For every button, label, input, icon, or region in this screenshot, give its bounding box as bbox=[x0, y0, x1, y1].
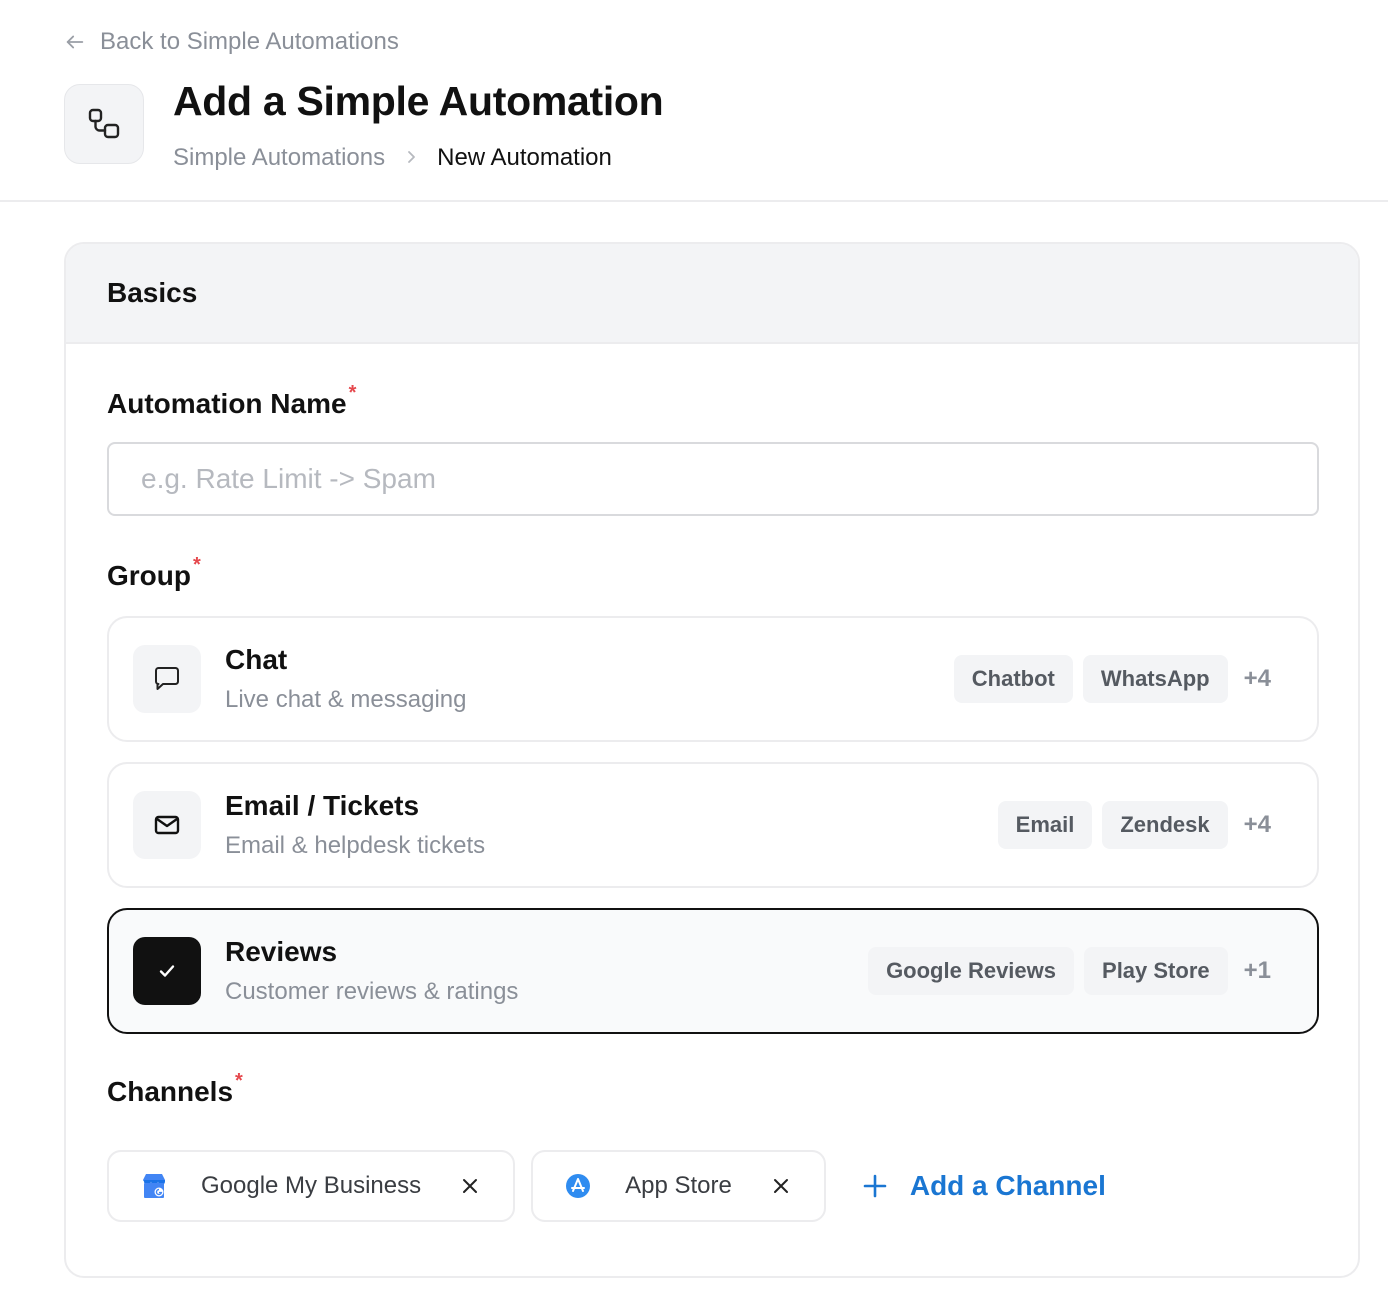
breadcrumb-item-simple-automations[interactable]: Simple Automations bbox=[173, 144, 385, 172]
required-mark: * bbox=[235, 1070, 243, 1092]
automation-name-input[interactable] bbox=[107, 442, 1319, 516]
channel-tag: Play Store bbox=[1084, 947, 1228, 995]
group-option-text: Reviews Customer reviews & ratings bbox=[225, 935, 868, 1007]
group-option-tags: Email Zendesk +4 bbox=[997, 801, 1271, 849]
channel-tag: Zendesk bbox=[1102, 801, 1228, 849]
channel-chip-google-my-business: Google My Business bbox=[107, 1150, 516, 1222]
basics-card-header: Basics bbox=[66, 244, 1358, 344]
group-option-description: Customer reviews & ratings bbox=[225, 978, 519, 1005]
channel-tag: Email bbox=[997, 801, 1093, 849]
group-option-icon bbox=[133, 645, 201, 713]
required-mark: * bbox=[193, 554, 201, 576]
close-icon[interactable] bbox=[770, 1175, 792, 1197]
channels-label-text: Channels bbox=[107, 1076, 234, 1107]
channel-chip-label: App Store bbox=[625, 1172, 732, 1199]
app-store-icon bbox=[563, 1171, 593, 1201]
group-option-title: Email / Tickets bbox=[225, 790, 420, 821]
group-option-title: Reviews bbox=[225, 936, 338, 967]
group-option-chat[interactable]: Chat Live chat & messaging Chatbot Whats… bbox=[107, 616, 1319, 742]
group-option-icon-selected bbox=[133, 937, 201, 1005]
channel-tag: Chatbot bbox=[953, 655, 1073, 703]
plus-icon bbox=[863, 1174, 887, 1198]
add-channel-label: Add a Channel bbox=[909, 1170, 1106, 1201]
workflow-icon bbox=[88, 108, 120, 139]
group-option-icon bbox=[133, 791, 201, 859]
google-my-business-icon bbox=[139, 1171, 169, 1201]
group-option-tags: Google Reviews Play Store +1 bbox=[868, 947, 1271, 995]
close-icon[interactable] bbox=[459, 1175, 481, 1197]
channels-row: Google My Business App Store Add a Chann… bbox=[107, 1150, 1106, 1222]
required-mark: * bbox=[348, 382, 357, 404]
chevron-right-icon bbox=[403, 144, 419, 172]
arrow-left-icon bbox=[66, 35, 84, 49]
automation-name-label-text: Automation Name bbox=[107, 388, 347, 419]
page-icon bbox=[64, 84, 144, 164]
header-divider bbox=[0, 200, 1388, 202]
channel-chip-label: Google My Business bbox=[201, 1172, 422, 1199]
section-title: Basics bbox=[107, 277, 198, 308]
group-option-title: Chat bbox=[225, 644, 288, 675]
breadcrumb: Simple Automations New Automation bbox=[173, 142, 612, 174]
mail-icon bbox=[154, 815, 180, 835]
more-count: +4 bbox=[1243, 811, 1271, 838]
more-count: +1 bbox=[1243, 957, 1271, 984]
channel-tag: Google Reviews bbox=[868, 947, 1075, 995]
check-icon bbox=[159, 965, 175, 977]
channel-chip-app-store: App Store bbox=[531, 1150, 826, 1222]
back-link[interactable]: Back to Simple Automations bbox=[64, 26, 399, 58]
group-option-description: Live chat & messaging bbox=[225, 686, 467, 713]
channels-label: Channels * bbox=[107, 1070, 243, 1108]
group-option-text: Chat Live chat & messaging bbox=[225, 643, 954, 715]
group-option-reviews[interactable]: Reviews Customer reviews & ratings Googl… bbox=[107, 908, 1319, 1034]
back-link-label: Back to Simple Automations bbox=[100, 28, 399, 55]
group-label: Group * bbox=[107, 554, 201, 592]
breadcrumb-item-current: New Automation bbox=[437, 144, 612, 171]
chat-bubble-icon bbox=[155, 667, 179, 690]
group-option-text: Email / Tickets Email & helpdesk tickets bbox=[225, 789, 998, 861]
channel-tag: WhatsApp bbox=[1082, 655, 1228, 703]
add-channel-button[interactable]: Add a Channel bbox=[862, 1170, 1106, 1202]
automation-name-label: Automation Name * bbox=[107, 382, 356, 420]
group-label-text: Group bbox=[107, 560, 191, 591]
group-option-email-tickets[interactable]: Email / Tickets Email & helpdesk tickets… bbox=[107, 762, 1319, 888]
more-count: +4 bbox=[1243, 665, 1271, 692]
page-title: Add a Simple Automation bbox=[173, 78, 664, 124]
group-option-tags: Chatbot WhatsApp +4 bbox=[953, 655, 1271, 703]
basics-card: Basics Automation Name* Group* Chat Live… bbox=[64, 242, 1360, 1278]
group-option-description: Email & helpdesk tickets bbox=[225, 832, 486, 859]
